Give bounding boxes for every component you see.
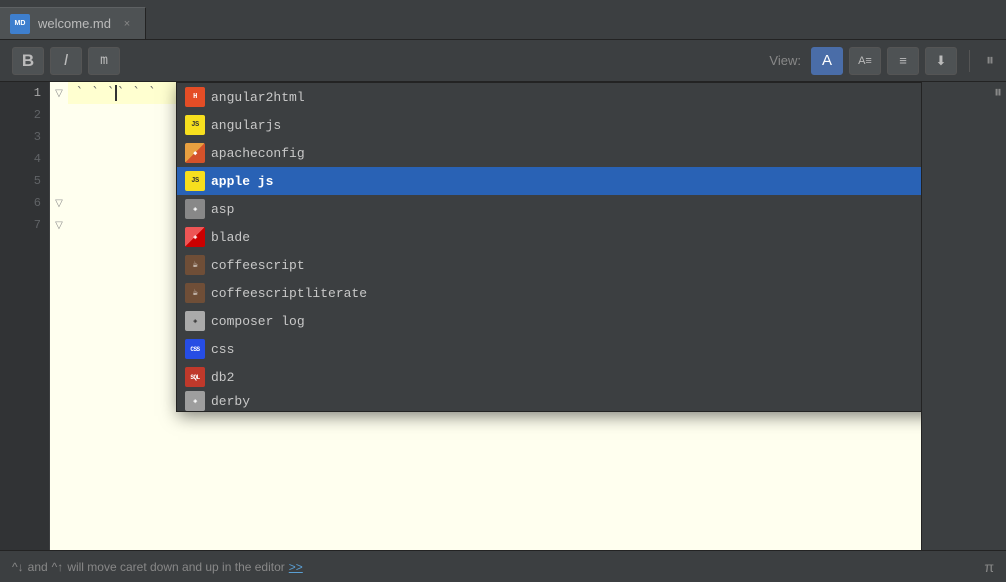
fold-marker-1[interactable]: ▽ (50, 82, 68, 104)
line-number-6: 6 (0, 192, 49, 214)
autocomplete-item-angular2html[interactable]: H angular2html Angular2HTML (177, 83, 921, 111)
editor-content[interactable]: ` ` ` ` ` ` H angular2html Angular2HTML … (68, 82, 921, 550)
tab-label: welcome.md (38, 16, 111, 31)
item-icon-angularjs: JS (185, 115, 205, 135)
status-caret-up: ^↑ (52, 560, 64, 574)
pause-icon: ⏸ (986, 52, 994, 70)
item-name-coffeescript: coffeescript (211, 258, 921, 273)
view-btn-list[interactable]: ≡ (887, 47, 919, 75)
tab-bar: MD welcome.md × (0, 0, 1006, 40)
item-name-composerlog: composer log (211, 314, 921, 329)
tab-file-icon: MD (10, 14, 30, 34)
item-icon-coffeescriptliterate: ☕ (185, 283, 205, 303)
item-icon-db2: SQL (185, 367, 205, 387)
autocomplete-item-coffeescript[interactable]: ☕ coffeescript CoffeeScript (177, 251, 921, 279)
pi-symbol: π (984, 559, 994, 575)
item-name-angularjs: angularjs (211, 118, 921, 133)
toolbar: B I m View: A A≡ ≡ ⬇ ⏸ (0, 40, 1006, 82)
tab-close-button[interactable]: × (119, 16, 135, 32)
line-number-3: 3 (0, 126, 49, 148)
item-name-angular2html: angular2html (211, 90, 921, 105)
line-numbers: 1 2 3 4 5 6 7 (0, 82, 50, 550)
line-number-4: 4 (0, 148, 49, 170)
view-label: View: (769, 53, 801, 68)
fold-marker-6[interactable]: ▽ (50, 192, 68, 214)
item-icon-derby: ◈ (185, 391, 205, 411)
editor-area: 1 2 3 4 5 6 7 ▽ ▽ ▽ ` ` ` ` ` ` (0, 82, 1006, 550)
line-number-1: 1 (0, 82, 49, 104)
item-name-coffeescriptliterate: coffeescriptliterate (211, 286, 921, 301)
item-name-blade: blade (211, 230, 921, 245)
line-number-5: 5 (0, 170, 49, 192)
autocomplete-item-blade[interactable]: ◈ blade Blade (177, 223, 921, 251)
item-icon-applejs: JS (185, 171, 205, 191)
item-icon-apacheconfig: ◆ (185, 143, 205, 163)
item-name-apacheconfig: apacheconfig (211, 146, 921, 161)
autocomplete-item-composerlog[interactable]: ◈ composer log Composer Log (177, 307, 921, 335)
status-caret-down: ^↓ (12, 560, 24, 574)
line-number-2: 2 (0, 104, 49, 126)
item-icon-composerlog: ◈ (185, 311, 205, 331)
autocomplete-item-db2[interactable]: SQL db2 DB2 (177, 363, 921, 391)
item-name-applejs: apple js (211, 174, 921, 189)
fold-column: ▽ ▽ ▽ (50, 82, 68, 550)
italic-button[interactable]: I (50, 47, 82, 75)
right-panel-icon: ⏸ (994, 84, 1002, 102)
autocomplete-item-derby[interactable]: ◈ derby Derby (177, 391, 921, 411)
item-icon-coffeescript: ☕ (185, 255, 205, 275)
item-icon-blade: ◈ (185, 227, 205, 247)
bold-button[interactable]: B (12, 47, 44, 75)
autocomplete-dropdown: H angular2html Angular2HTML JS angularjs… (176, 82, 921, 412)
autocomplete-item-asp[interactable]: ◈ asp Asp (177, 195, 921, 223)
autocomplete-item-applejs[interactable]: JS apple js Apple JS (177, 167, 921, 195)
item-name-db2: db2 (211, 370, 921, 385)
autocomplete-item-angularjs[interactable]: JS angularjs AngularJS (177, 111, 921, 139)
item-name-asp: asp (211, 202, 921, 217)
right-panel: ⏸ (921, 82, 1006, 550)
item-icon-angular2html: H (185, 87, 205, 107)
item-icon-asp: ◈ (185, 199, 205, 219)
item-name-derby: derby (211, 394, 921, 409)
autocomplete-item-apacheconfig[interactable]: ◆ apacheconfig ApacheConfig (177, 139, 921, 167)
tab-welcome-md[interactable]: MD welcome.md × (0, 7, 146, 39)
status-message: will move caret down and up in the edito… (67, 560, 284, 574)
autocomplete-item-css[interactable]: CSS css CSS (177, 335, 921, 363)
view-btn-down[interactable]: ⬇ (925, 47, 957, 75)
autocomplete-item-coffeescriptliterate[interactable]: ☕ coffeescriptliterate CoffeeScriptLiter… (177, 279, 921, 307)
status-link[interactable]: >> (289, 560, 303, 574)
view-btn-columns[interactable]: A≡ (849, 47, 881, 75)
status-and: and (28, 560, 48, 574)
item-name-css: css (211, 342, 921, 357)
mono-button[interactable]: m (88, 47, 120, 75)
toolbar-separator (969, 50, 970, 72)
item-icon-css: CSS (185, 339, 205, 359)
fold-marker-7[interactable]: ▽ (50, 214, 68, 236)
view-btn-font[interactable]: A (811, 47, 843, 75)
status-bar: ^↓ and ^↑ will move caret down and up in… (0, 550, 1006, 582)
line-number-7: 7 (0, 214, 49, 236)
